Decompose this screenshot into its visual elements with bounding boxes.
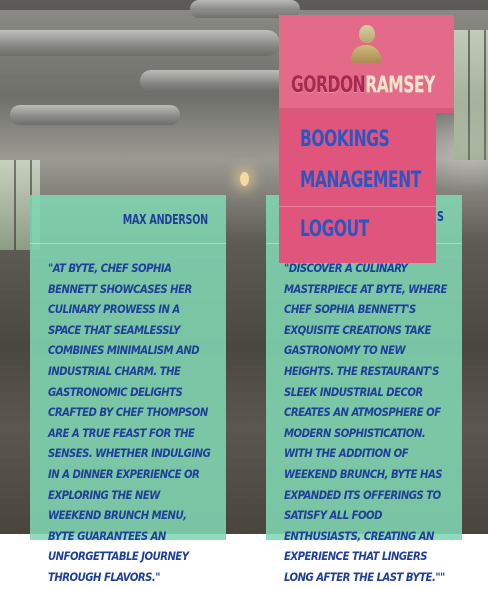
reviewer-name: MAX ANDERSON [122, 213, 208, 228]
menu-item-logout[interactable]: LOGOUT [300, 217, 369, 242]
menu-divider [279, 206, 436, 207]
duct-pipe [0, 30, 280, 56]
menu-item-bookings[interactable]: BOOKINGS [300, 127, 390, 152]
testimonial-quote: "DISCOVER A CULINARY MASTERPIECE AT BYTE… [284, 262, 447, 584]
brand-name-last: RAMSEY [365, 73, 435, 98]
menu-panel: BOOKINGS MANAGEMENT LOGOUT [279, 113, 436, 263]
duct-pipe [140, 70, 300, 92]
wall-lamp [240, 172, 249, 186]
testimonial-card: MAX ANDERSON "AT BYTE, CHEF SOPHIA BENNE… [30, 195, 226, 584]
divider [30, 243, 226, 244]
testimonial-quote: "AT BYTE, CHEF SOPHIA BENNETT SHOWCASES … [48, 262, 211, 584]
menu-item-management[interactable]: MANAGEMENT [300, 168, 421, 193]
brand-name-first: GORDON [291, 73, 366, 98]
brand-name[interactable]: GORDONRAMSEY [291, 73, 435, 98]
window [454, 30, 488, 160]
user-avatar-icon[interactable] [350, 25, 382, 65]
nav-dropdown-menu: GORDONRAMSEY BOOKINGS MANAGEMENT LOGOUT [279, 15, 454, 263]
menu-header: GORDONRAMSEY [279, 15, 454, 108]
duct-pipe [10, 105, 180, 125]
